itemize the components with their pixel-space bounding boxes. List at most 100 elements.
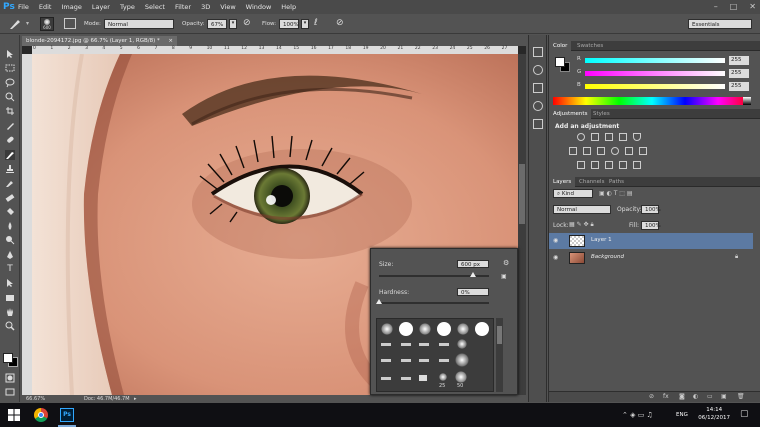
close-icon[interactable]: ✕ [749,2,756,11]
invert-icon[interactable] [577,161,585,169]
brush-tip[interactable] [419,323,431,335]
layer-style-icon[interactable]: fx [663,393,669,400]
hardness-slider-thumb[interactable] [376,299,382,304]
red-slider[interactable] [585,58,725,63]
brush-tip[interactable] [401,377,411,380]
menu-filter[interactable]: Filter [175,3,191,11]
menu-3d[interactable]: 3D [201,3,210,11]
brush-tip[interactable] [455,371,467,383]
chrome-icon[interactable] [34,408,48,422]
menu-image[interactable]: Image [61,3,81,11]
settings-gear-icon[interactable]: ⚙ [503,259,509,267]
system-tray-icons[interactable]: ⌃ ◈ ▭ ♫ [622,411,653,419]
type-tool-icon[interactable]: T [5,264,15,274]
minimize-icon[interactable]: – [714,2,718,11]
pressure-opacity-icon[interactable]: ⊘ [243,18,251,28]
scroll-thumb[interactable] [519,164,525,224]
size-slider-thumb[interactable] [469,272,476,277]
paint-bucket-tool-icon[interactable] [5,207,15,217]
zoom-tool-icon[interactable] [5,321,15,331]
dodge-tool-icon[interactable] [5,235,15,245]
delete-layer-icon[interactable]: 🗑︎ [737,393,745,400]
clone-stamp-tool-icon[interactable] [5,164,15,174]
gradient-map-icon[interactable] [633,161,641,169]
opacity-input[interactable]: 67% [207,19,227,29]
menu-type[interactable]: Type [120,3,135,11]
visibility-eye-icon[interactable]: ◉ [553,254,558,261]
photoshop-taskbar-icon[interactable]: Ps [60,408,74,422]
brightness-adjust-icon[interactable] [577,133,585,141]
windows-start-icon[interactable] [8,409,20,421]
workspace-select[interactable]: Essentials [688,19,752,29]
hardness-slider-track[interactable] [379,302,489,304]
quick-select-tool-icon[interactable] [5,92,15,102]
brush-tip[interactable] [381,359,391,362]
tab-swatches[interactable]: Swatches [573,41,607,51]
healing-brush-tool-icon[interactable] [5,135,15,145]
path-selection-tool-icon[interactable] [5,278,15,288]
new-layer-icon[interactable]: ▣ [721,393,727,400]
levels-adjust-icon[interactable] [591,133,599,141]
brush-tip[interactable] [457,323,469,335]
mode-select[interactable]: Normal [104,19,174,29]
layer-row-layer-1[interactable]: ◉ Layer 1 [549,233,753,249]
menu-layer[interactable]: Layer [92,3,110,11]
red-value[interactable]: 255 [729,56,749,65]
brush-tip[interactable] [381,323,393,335]
opacity-dropdown[interactable]: ▾ [229,19,237,29]
brush-tip[interactable] [399,322,413,336]
new-group-icon[interactable]: ▭ [707,393,713,400]
layer-name[interactable]: Background [591,254,624,260]
brush-tip[interactable] [455,353,469,367]
tab-color[interactable]: Color [549,41,572,51]
layer-opacity-input[interactable]: 100% [641,205,661,214]
crop-tool-icon[interactable] [5,106,15,116]
foreground-color-swatch[interactable] [3,353,13,363]
exposure-adjust-icon[interactable] [619,133,627,141]
menu-edit[interactable]: Edit [39,3,52,11]
brush-grid-scrollbar[interactable] [496,318,503,392]
blue-slider[interactable] [585,84,725,89]
fg-color-preview[interactable] [555,57,565,67]
flow-dropdown[interactable]: ▾ [301,19,309,29]
brush-panel-icon[interactable] [533,101,543,111]
properties-panel-icon[interactable] [533,83,543,93]
history-brush-tool-icon[interactable] [5,178,15,188]
zoom-level[interactable]: 66.67% [26,396,45,402]
layer-row-background[interactable]: ◉ Background 🔒︎ [549,250,753,266]
add-mask-icon[interactable]: ◙ [679,393,685,400]
brush-tool-icon[interactable] [8,18,22,30]
brush-panel-toggle-icon[interactable] [64,18,76,29]
photo-filter-icon[interactable] [611,147,619,155]
size-input[interactable]: 600 px [457,260,489,268]
fill-input[interactable]: 100% [641,221,661,230]
pressure-size-icon[interactable]: ⊘ [336,18,344,28]
airbrush-icon[interactable]: ℓ [314,18,318,28]
tab-channels[interactable]: Channels [575,177,608,187]
green-value[interactable]: 255 [729,69,749,78]
new-adjustment-icon[interactable]: ◐ [693,393,698,400]
status-menu-icon[interactable]: ▸ [134,396,137,402]
color-lookup-icon[interactable] [639,147,647,155]
menu-window[interactable]: Window [246,3,272,11]
blur-tool-icon[interactable] [5,221,15,231]
curves-adjust-icon[interactable] [605,133,613,141]
new-preset-icon[interactable]: ▣ [501,273,507,280]
history-panel-icon[interactable] [533,47,543,57]
rectangle-tool-icon[interactable] [5,293,15,303]
menu-select[interactable]: Select [145,3,165,11]
layer-name[interactable]: Layer 1 [591,237,612,243]
brush-tip[interactable] [401,343,411,346]
brush-tip[interactable] [437,322,451,336]
eyedropper-tool-icon[interactable] [5,121,15,131]
pen-tool-icon[interactable] [5,250,15,260]
hue-saturation-icon[interactable] [569,147,577,155]
hand-tool-icon[interactable] [5,307,15,317]
brush-tip[interactable] [439,373,447,381]
green-slider[interactable] [585,71,725,76]
tab-styles[interactable]: Styles [589,109,614,119]
visibility-eye-icon[interactable]: ◉ [553,237,558,244]
quick-mask-icon[interactable] [5,373,15,383]
document-tab[interactable]: blonde-2094172.jpg @ 66.7% (Layer 1, RGB… [22,36,177,46]
color-balance-icon[interactable] [583,147,591,155]
